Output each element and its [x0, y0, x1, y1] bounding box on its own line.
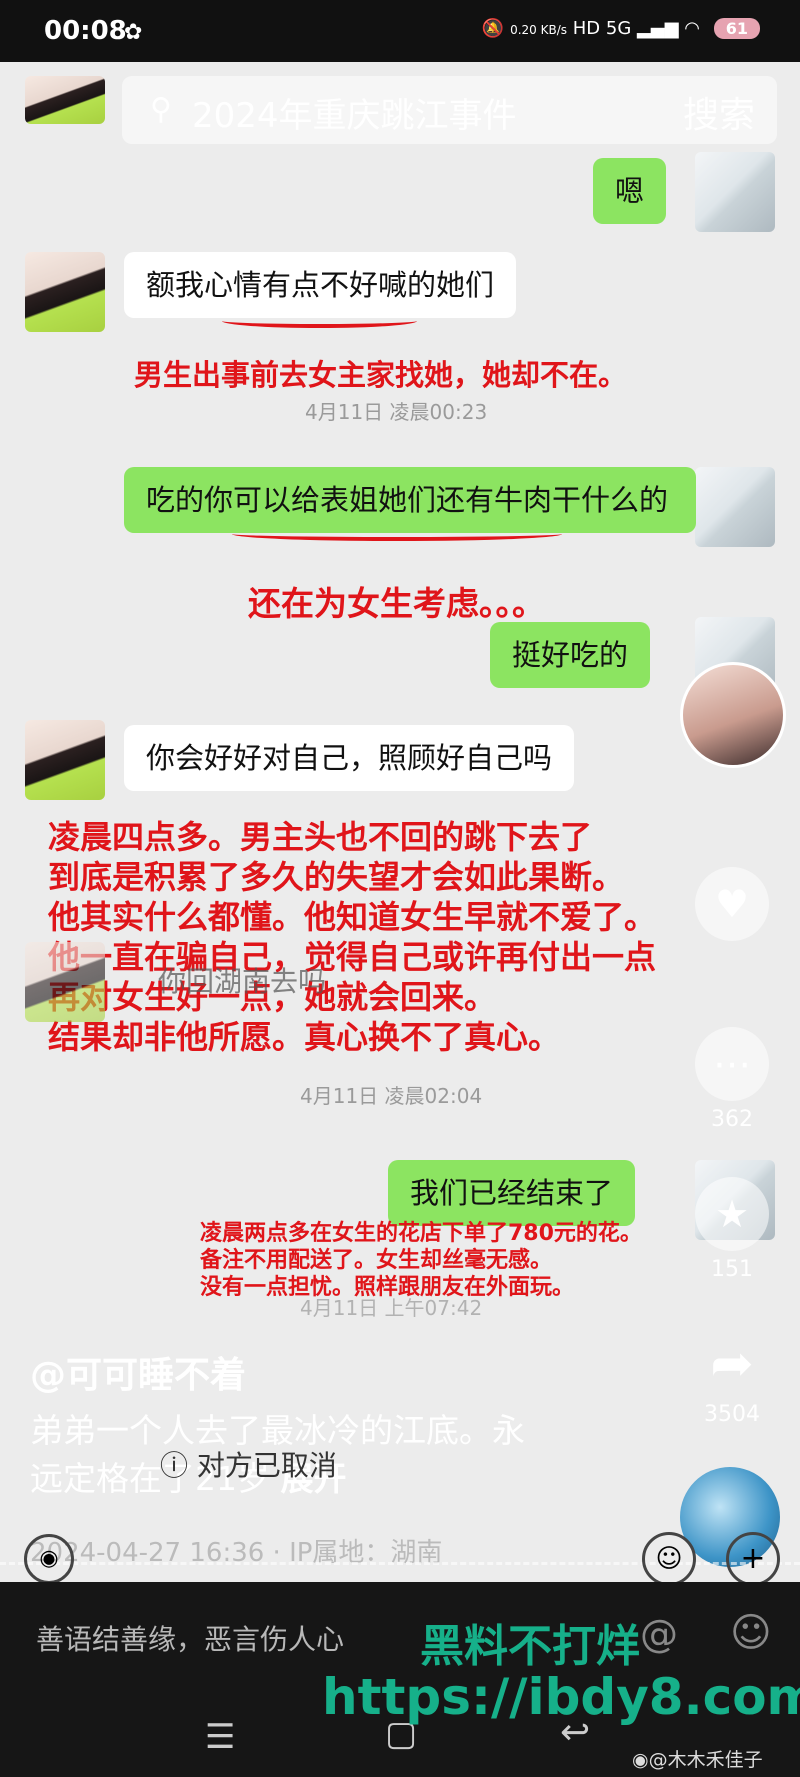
avatar [25, 252, 105, 332]
author-avatar[interactable] [680, 662, 786, 768]
search-bar[interactable]: ⚲ 2024年重庆跳江事件 搜索 [122, 76, 777, 144]
weibo-icon: ◉ [632, 1749, 649, 1771]
annotation-line: 到底是积累了多久的失望才会如此果断。 [48, 858, 625, 896]
message-bubble: 挺好吃的 [490, 622, 651, 688]
message-bubble: 你回湖南去吗 [158, 965, 327, 998]
message-bubble: 我们已经结束了 [388, 1160, 636, 1226]
comment-input[interactable]: 善语结善缘，恶言伤人心 [36, 1618, 344, 1658]
annotation-line: 凌晨四点多。男主头也不回的跳下去了 [48, 818, 593, 856]
message-bubble: 你会好好对自己，照顾好自己吗 [124, 725, 575, 791]
search-button[interactable]: 搜索 [683, 86, 755, 138]
share-icon[interactable]: ➦ [695, 1327, 769, 1401]
wifi-icon: ◠ [684, 18, 700, 39]
annotation-block: 凌晨两点多在女生的花店下单了780元的花。 备注不用配送了。女生却丝毫无感。 没… [200, 1220, 642, 1301]
avatar [695, 152, 775, 232]
avatar [25, 720, 105, 800]
mention-icon[interactable]: @ [640, 1612, 678, 1656]
menu-icon[interactable]: ☰ [205, 1717, 235, 1757]
red-underline [232, 527, 562, 541]
like-icon[interactable]: ♥ [695, 867, 769, 941]
weibo-watermark: ◉@木木禾佳子 [632, 1749, 763, 1771]
star-icon[interactable]: ★ [695, 1177, 769, 1251]
message-bubble: 额我心情有点不好喊的她们 [124, 252, 517, 318]
status-bar: 00:08 ✿ 🔕 0.20 KB/s HD 5G ▂▄▆ ◠ 61 [0, 0, 800, 62]
net-speed: 0.20 KB/s [510, 23, 568, 37]
emoji-icon[interactable]: ☺ [642, 1532, 696, 1582]
comment-count: 362 [711, 1107, 753, 1132]
annotation-line: 再对女生好一点，她就会回来。 [48, 978, 497, 1016]
status-time: 00:08 [44, 16, 127, 46]
withdraw-notice: ⓘ 对方已取消 [160, 1449, 337, 1482]
search-input[interactable]: 2024年重庆跳江事件 [192, 88, 517, 137]
voice-icon[interactable]: ◉ [24, 1534, 74, 1582]
message-bubble: 吃的你可以给表姐她们还有牛肉干什么的 [124, 467, 696, 533]
annotation-line: 他一直在骗自己，觉得自己或许再付出一点 [48, 938, 657, 976]
chat-screen: ‹ ⚲ 2024年重庆跳江事件 搜索 嗯 额我心情有点不好喊的她们 男生出事前去… [0, 62, 800, 1582]
search-icon: ⚲ [150, 92, 172, 127]
wechat-icon: ✿ [124, 20, 143, 45]
annotation-block: 凌晨四点多。男主头也不回的跳下去了 到底是积累了多久的失望才会如此果断。 他其实… [48, 817, 656, 1057]
annotation-line: 结果却非他所愿。真心换不了真心。 [48, 1018, 561, 1056]
annotation-line: 他其实什么都懂。他知道女生早就不爱了。 [48, 898, 657, 936]
timestamp: 4月11日 上午07:42 [300, 1296, 483, 1320]
annotation-line: 备注不用配送了。女生却丝毫无感。 [200, 1248, 553, 1273]
battery-icon: 61 [713, 18, 760, 39]
plus-icon[interactable]: + [726, 1532, 780, 1582]
watermark-url: https://ibdy8.com [322, 1668, 800, 1726]
share-count: 3504 [704, 1402, 760, 1427]
signal-icon: ▂▄▆ [637, 18, 679, 39]
annotation: 还在为女生考虑。。。 [248, 584, 545, 623]
timestamp: 4月11日 凌晨00:23 [305, 400, 488, 424]
status-icons: 🔕 0.20 KB/s HD 5G ▂▄▆ ◠ 61 [482, 18, 760, 39]
favorite-count: 151 [711, 1257, 753, 1282]
avatar [25, 76, 105, 124]
mute-icon: 🔕 [481, 18, 505, 39]
emoji-icon[interactable]: ☺ [730, 1610, 772, 1656]
post-author[interactable]: @可可睡不着 [30, 1352, 246, 1400]
annotation: 男生出事前去女主家找她，她却不在。 [134, 358, 628, 392]
watermark-title: 黑料不打烊 [420, 1621, 640, 1672]
timestamp: 4月11日 凌晨02:04 [300, 1084, 483, 1108]
network-label: HD 5G [572, 18, 632, 39]
red-underline [222, 314, 417, 328]
avatar [695, 467, 775, 547]
annotation-line: 凌晨两点多在女生的花店下单了780元的花。 [200, 1221, 642, 1246]
comment-icon[interactable]: ⋯ [695, 1027, 769, 1101]
message-bubble: 嗯 [593, 158, 667, 224]
avatar [25, 942, 105, 1022]
